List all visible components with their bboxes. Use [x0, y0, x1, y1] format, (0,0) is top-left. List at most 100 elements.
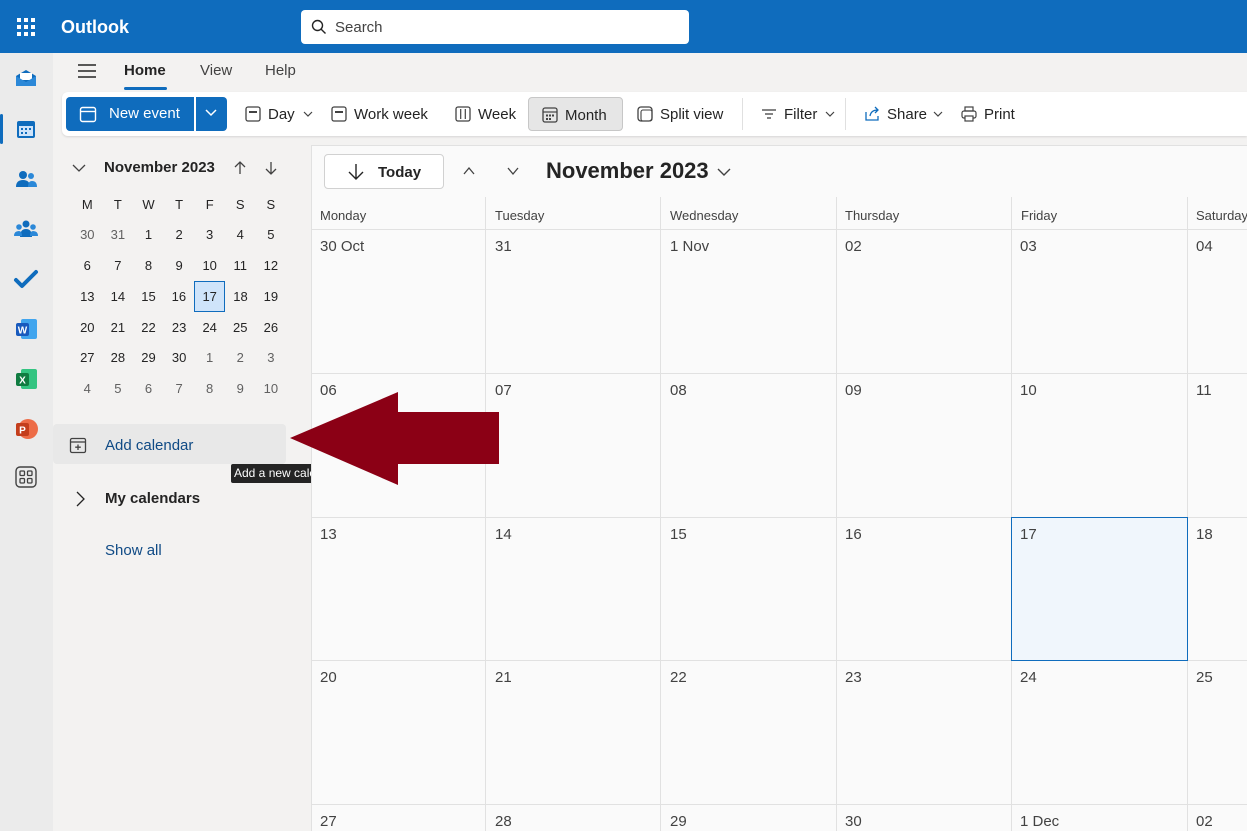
day-cell[interactable]: 08 [661, 374, 836, 517]
chevron-down-icon[interactable] [506, 164, 520, 178]
hamburger-menu-icon[interactable] [77, 62, 97, 80]
mini-calendar-day[interactable]: 27 [72, 343, 103, 374]
print-button[interactable]: Print [954, 97, 1024, 131]
mini-calendar-day[interactable]: 8 [133, 250, 164, 281]
day-cell[interactable]: 27 [311, 805, 486, 831]
mini-calendar-day[interactable]: 30 [72, 220, 103, 251]
mini-calendar-day[interactable]: 4 [225, 220, 256, 251]
mini-calendar-day[interactable]: 5 [256, 220, 287, 251]
mini-calendar-day[interactable]: 6 [72, 250, 103, 281]
mini-calendar-day[interactable]: 1 [133, 220, 164, 251]
share-button[interactable]: Share [857, 97, 945, 131]
day-cell[interactable]: 23 [836, 661, 1011, 804]
day-cell[interactable]: 30 Oct [311, 230, 486, 373]
groups-icon[interactable] [13, 216, 39, 242]
search-box[interactable] [301, 10, 689, 44]
day-cell[interactable]: 07 [486, 374, 661, 517]
mini-calendar-day[interactable]: 20 [72, 312, 103, 343]
day-cell[interactable]: 09 [836, 374, 1011, 517]
mini-calendar-day[interactable]: 19 [256, 281, 287, 312]
day-cell[interactable]: 22 [661, 661, 836, 804]
people-icon[interactable] [13, 166, 39, 192]
mini-calendar-day[interactable]: 24 [194, 312, 225, 343]
filter-button[interactable]: Filter [754, 97, 838, 131]
day-cell[interactable]: 14 [486, 518, 661, 661]
app-title[interactable]: Outlook [61, 17, 129, 38]
mini-calendar-day[interactable]: 31 [103, 220, 134, 251]
mini-calendar-day[interactable]: 28 [103, 343, 134, 374]
mini-calendar-day[interactable]: 30 [164, 343, 195, 374]
mini-calendar-day[interactable]: 29 [133, 343, 164, 374]
mini-calendar-day[interactable]: 9 [164, 250, 195, 281]
day-cell[interactable]: 11 [1187, 374, 1247, 517]
week-view-button[interactable]: Week [448, 97, 524, 131]
app-launcher-icon[interactable] [13, 14, 39, 40]
todo-icon[interactable] [13, 266, 39, 292]
more-apps-icon[interactable] [13, 464, 39, 490]
day-view-button[interactable]: Day [238, 97, 322, 131]
mini-calendar-day[interactable]: 22 [133, 312, 164, 343]
word-icon[interactable]: W [13, 316, 39, 342]
chevron-down-icon[interactable] [71, 160, 87, 176]
mini-calendar-day[interactable]: 23 [164, 312, 195, 343]
search-input[interactable] [335, 16, 675, 38]
mini-calendar-day[interactable]: 2 [164, 220, 195, 251]
show-all-link[interactable]: Show all [105, 542, 162, 559]
arrow-down-icon[interactable] [263, 160, 279, 176]
mini-calendar-day[interactable]: 1 [194, 343, 225, 374]
day-cell[interactable]: 20 [311, 661, 486, 804]
chevron-right-icon[interactable] [72, 491, 88, 507]
chevron-down-icon[interactable] [716, 165, 732, 179]
mini-calendar-day[interactable]: 10 [194, 250, 225, 281]
mini-calendar-day[interactable]: 25 [225, 312, 256, 343]
day-cell[interactable]: 18 [1187, 518, 1247, 661]
add-calendar-button[interactable]: Add calendar [53, 424, 286, 464]
tab-home[interactable]: Home [124, 62, 166, 79]
day-cell[interactable]: 03 [1011, 230, 1186, 373]
day-cell[interactable]: 10 [1011, 374, 1186, 517]
day-cell[interactable]: 16 [836, 518, 1011, 661]
mini-calendar-day[interactable]: 7 [103, 250, 134, 281]
month-title[interactable]: November 2023 [546, 158, 709, 184]
mail-icon[interactable] [13, 65, 39, 91]
mini-calendar-day[interactable]: 6 [133, 373, 164, 404]
today-button[interactable]: Today [324, 154, 444, 189]
mini-calendar-day[interactable]: 18 [225, 281, 256, 312]
mini-calendar-title[interactable]: November 2023 [104, 159, 215, 176]
day-cell[interactable]: 04 [1187, 230, 1247, 373]
mini-calendar-day[interactable]: 7 [164, 373, 195, 404]
mini-calendar-day[interactable]: 3 [256, 343, 287, 374]
tab-help[interactable]: Help [265, 62, 296, 79]
day-cell[interactable]: 1 Dec [1011, 805, 1186, 831]
arrow-up-icon[interactable] [232, 160, 248, 176]
mini-calendar-day[interactable]: 3 [194, 220, 225, 251]
mini-calendar-day[interactable]: 13 [72, 281, 103, 312]
day-cell[interactable]: 15 [661, 518, 836, 661]
work-week-view-button[interactable]: Work week [324, 97, 440, 131]
mini-calendar-day[interactable]: 11 [225, 250, 256, 281]
new-event-dropdown-button[interactable] [196, 97, 227, 131]
day-cell[interactable]: 30 [836, 805, 1011, 831]
mini-calendar-day[interactable]: 5 [103, 373, 134, 404]
mini-calendar-today[interactable]: 17 [193, 280, 226, 313]
day-cell[interactable]: 1 Nov [661, 230, 836, 373]
day-cell[interactable]: 31 [486, 230, 661, 373]
mini-calendar-day[interactable]: 12 [256, 250, 287, 281]
chevron-up-icon[interactable] [462, 164, 476, 178]
mini-calendar-day[interactable]: 15 [133, 281, 164, 312]
month-view-button[interactable]: Month [528, 97, 623, 131]
tab-view[interactable]: View [200, 62, 232, 79]
mini-calendar-day[interactable]: 8 [194, 373, 225, 404]
mini-calendar-day[interactable]: 14 [103, 281, 134, 312]
calendar-icon[interactable] [13, 116, 39, 142]
mini-calendar-day[interactable]: 2 [225, 343, 256, 374]
day-cell[interactable]: 02 [1187, 805, 1247, 831]
day-cell[interactable]: 28 [486, 805, 661, 831]
mini-calendar-day[interactable]: 4 [72, 373, 103, 404]
day-cell[interactable]: 02 [836, 230, 1011, 373]
powerpoint-icon[interactable]: P [13, 416, 39, 442]
day-cell[interactable]: 24 [1011, 661, 1186, 804]
day-cell[interactable]: 13 [311, 518, 486, 661]
my-calendars-label[interactable]: My calendars [105, 490, 200, 507]
new-event-button[interactable]: New event [66, 97, 194, 131]
